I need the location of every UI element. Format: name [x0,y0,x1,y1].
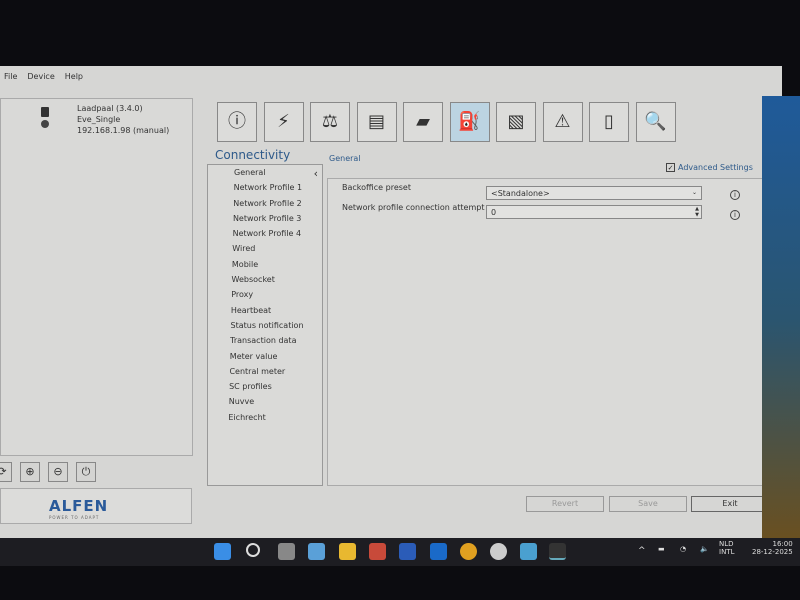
refresh-button[interactable]: ⟳ [0,462,12,482]
menu-device[interactable]: Device [27,72,54,81]
widgets-icon[interactable] [308,543,325,560]
device-item[interactable]: Laadpaal (3.4.0) Eve_Single 192.168.1.98… [77,103,169,136]
warning-icon: ⚠ [554,111,571,132]
menu-bar: File Device Help [4,72,83,81]
store-icon[interactable] [369,543,386,560]
outlook-icon[interactable] [430,543,447,560]
advanced-settings-checkbox[interactable]: ✓ Advanced Settings [666,163,753,172]
file-explorer-icon[interactable] [339,543,356,560]
wifi-icon[interactable]: ◔ [680,545,686,553]
device-list: Laadpaal (3.4.0) Eve_Single 192.168.1.98… [0,98,193,456]
desktop-wallpaper [762,96,800,540]
menu-help[interactable]: Help [65,72,83,81]
spinner-arrows-icon[interactable]: ▲ ▼ [695,206,699,218]
revert-button[interactable]: Revert [526,496,604,512]
document-icon: ▯ [604,111,614,132]
language-indicator[interactable]: NLD INTL [719,540,734,556]
subsection-title: General [329,154,361,163]
nav-item[interactable]: Meter value [208,349,322,364]
search-icon[interactable] [246,543,260,557]
nav-item[interactable]: Wired [208,241,322,256]
card-reader-icon: ▰ [416,111,430,132]
exit-button[interactable]: Exit [691,496,769,512]
word-icon[interactable] [399,543,416,560]
volume-icon[interactable]: 🔈 [700,545,709,553]
nav-item[interactable]: SC profiles [208,379,322,394]
save-button[interactable]: Save [609,496,687,512]
nav-item[interactable]: Nuvve [208,394,322,409]
chrome-icon[interactable] [460,543,477,560]
section-title: Connectivity [215,148,291,162]
remove-device-button[interactable]: ⊖ [48,462,68,482]
connection-attempt-stepper[interactable]: 0 ▲ ▼ [486,205,702,219]
nav-item[interactable]: Mobile [208,257,322,272]
charging-station-icon: ⛽ [458,111,481,132]
nav-item[interactable]: General [208,165,322,180]
info-icon[interactable]: i [730,210,740,220]
charger-device-icon [41,107,51,131]
power-pylon-icon: ⚡ [277,111,290,132]
image-tab[interactable]: ▧ [496,102,536,142]
nav-item[interactable]: Heartbeat [208,303,322,318]
monitor-search-tab[interactable]: 🔍 [635,102,676,142]
backoffice-preset-select[interactable]: <Standalone> ⌄ [486,186,702,200]
nav-item[interactable]: Network Profile 1 [208,180,322,195]
power-pylon-tab[interactable]: ⚡ [263,102,304,142]
add-device-button[interactable]: ⊕ [20,462,40,482]
checkbox-checked-icon: ✓ [666,163,675,172]
device-name: Laadpaal (3.4.0) [77,104,143,113]
device-model: Eve_Single [77,115,121,124]
clock[interactable]: 16:00 28-12-2025 [752,540,793,556]
nav-item[interactable]: Network Profile 2 [208,196,322,211]
tray-overflow-icon[interactable]: ^ [638,546,646,556]
settings-panel: Backoffice preset <Standalone> ⌄ i Networ… [327,178,764,486]
nav-item[interactable]: Network Profile 4 [208,226,322,241]
warning-tab[interactable]: ⚠ [542,102,583,142]
taskbar: ^ ▬ ◔ 🔈 NLD INTL 16:00 28-12-2025 [0,538,800,566]
nav-item[interactable]: Websocket [208,272,322,287]
info-icon[interactable]: i [730,190,740,200]
nav-item[interactable]: Central meter [208,364,322,379]
card-tab[interactable]: ▤ [356,102,397,142]
connectivity-nav: ‹ General Network Profile 1 Network Profil… [207,164,323,486]
balance-tab[interactable]: ⚖ [310,102,350,142]
menu-file[interactable]: File [4,72,17,81]
card-icon: ▤ [367,111,385,132]
network-icon[interactable]: ▬ [658,545,665,553]
nav-item[interactable]: Status notification [208,318,322,333]
nav-item[interactable]: Proxy [208,287,322,302]
notepad-icon[interactable] [520,543,537,560]
collapse-chevron-icon[interactable]: ‹ [314,167,318,180]
connection-attempt-label: Network profile connection attempt [342,203,485,212]
image-icon: ▧ [507,111,525,132]
chatgpt-icon[interactable] [490,543,507,560]
backoffice-preset-label: Backoffice preset [342,183,411,192]
charging-station-tab[interactable]: ⛽ [449,102,490,142]
info-icon: ⓘ [228,111,246,132]
balance-icon: ⚖ [321,111,339,132]
monitor-search-icon: 🔍 [644,111,667,132]
info-tab[interactable]: ⓘ [217,102,257,142]
nav-item[interactable]: Transaction data [208,333,322,348]
alfen-app-icon[interactable] [549,543,566,560]
document-tab[interactable]: ▯ [589,102,629,142]
nav-item[interactable]: Network Profile 3 [208,211,322,226]
alfen-logo: ALFEN POWER TO ADAPT [0,488,192,524]
card-reader-tab[interactable]: ▰ [403,102,443,142]
start-icon[interactable] [214,543,231,560]
task-view-icon[interactable] [278,543,295,560]
nav-item[interactable]: Eichrecht [208,410,322,425]
chevron-down-icon: ⌄ [691,189,697,196]
alfen-service-installer-window: File Device Help Laadpaal (3.4.0) Eve_Si… [0,66,782,540]
device-address: 192.168.1.98 (manual) [77,126,170,135]
power-button[interactable]: ⏻ [76,462,96,482]
